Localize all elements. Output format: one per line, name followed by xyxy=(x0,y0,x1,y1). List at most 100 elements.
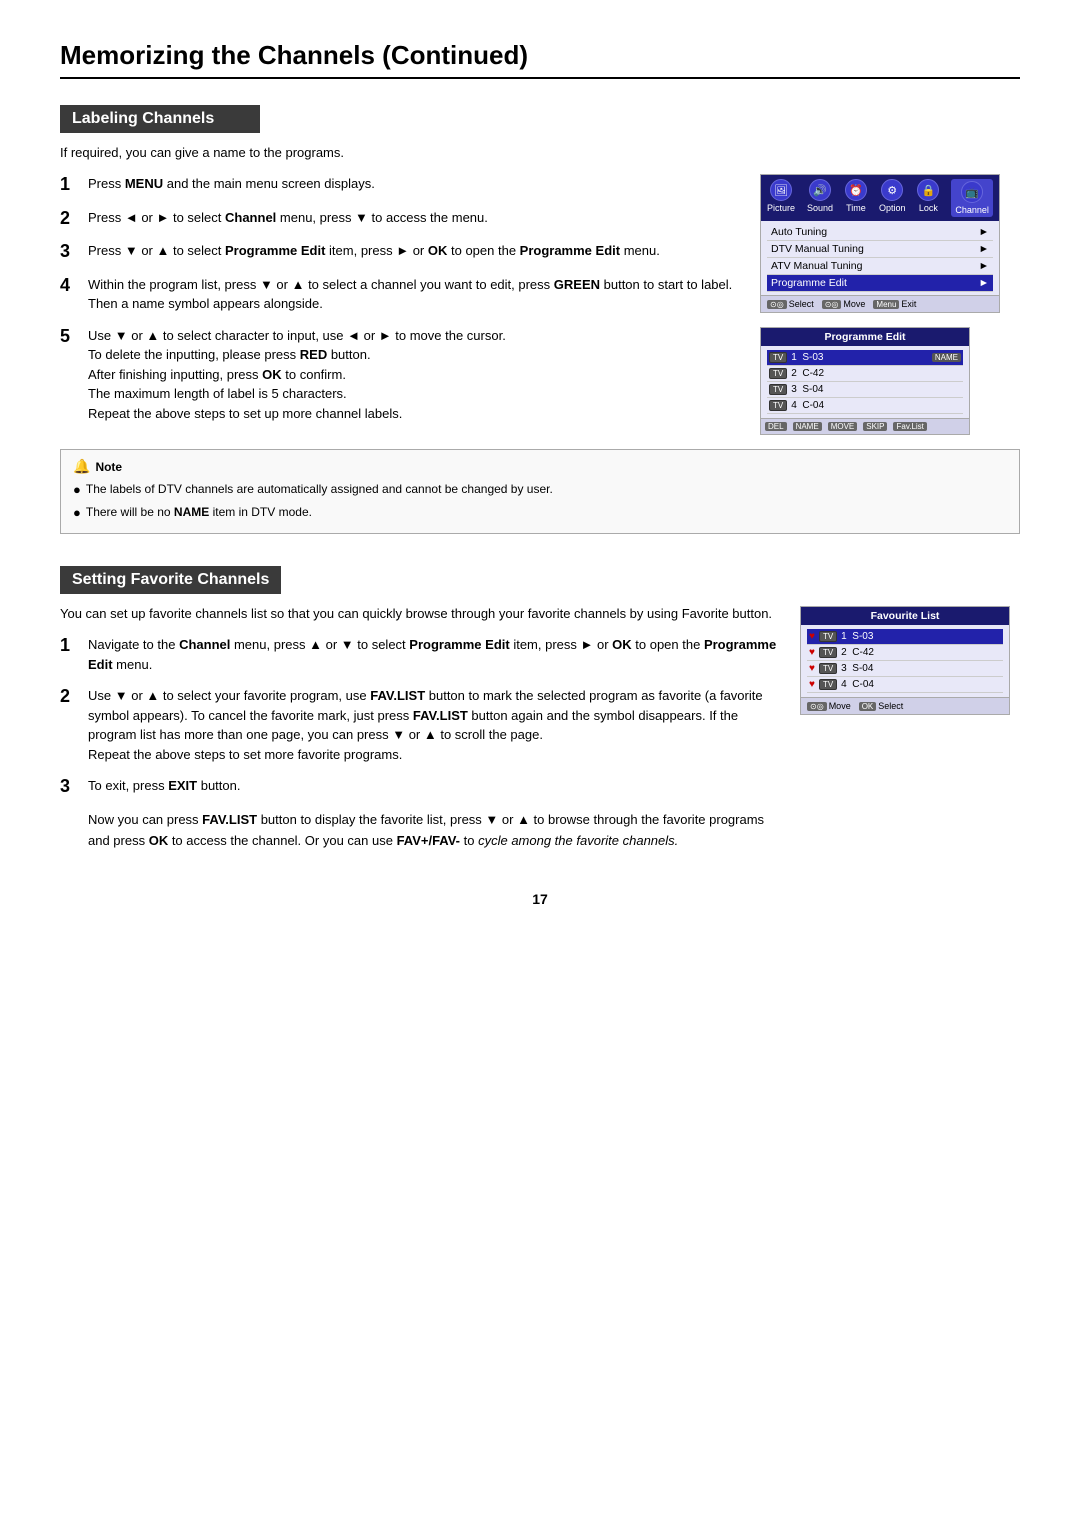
heart-icon-4: ♥ xyxy=(809,679,815,690)
fav-tv-badge-3: TV xyxy=(819,663,837,674)
footer-exit: Menu Exit xyxy=(873,299,916,309)
fav-footer-select: OK Select xyxy=(859,701,904,711)
s2-step-2: 2 Use ▼ or ▲ to select your favorite pro… xyxy=(60,686,780,764)
section-labeling-channels: Labeling Channels If required, you can g… xyxy=(60,87,1020,534)
menu-ui: 🖼 Picture 🔊 Sound ⏰ Time ⚙ Option xyxy=(760,174,1000,313)
section-favorite-channels: Setting Favorite Channels You can set up… xyxy=(60,548,1020,851)
s2-additional-text: Now you can press FAV.LIST button to dis… xyxy=(88,810,780,852)
s2-step-1: 1 Navigate to the Channel menu, press ▲ … xyxy=(60,635,780,674)
lock-icon: 🔒 xyxy=(917,179,939,201)
menu-icon-channel: 📺 Channel xyxy=(951,179,993,217)
fav-row-4: ♥ TV 4 C-04 xyxy=(807,677,1003,693)
sound-icon: 🔊 xyxy=(809,179,831,201)
footer-move: ⊙◎ Move xyxy=(822,299,866,309)
fav-row-2: ♥ TV 2 C-42 xyxy=(807,645,1003,661)
s2-step-3: 3 To exit, press EXIT button. xyxy=(60,776,780,798)
note-icon: 🔔 xyxy=(73,458,90,475)
menu-row-atv: ATV Manual Tuning► xyxy=(767,258,993,275)
s2-step-3-num: 3 xyxy=(60,776,78,798)
s2-step-2-num: 2 xyxy=(60,686,78,708)
s2-step-1-text: Navigate to the Channel menu, press ▲ or… xyxy=(88,635,780,674)
menu-icons-row: 🖼 Picture 🔊 Sound ⏰ Time ⚙ Option xyxy=(761,175,999,221)
time-icon: ⏰ xyxy=(845,179,867,201)
picture-icon: 🖼 xyxy=(770,179,792,201)
footer-select: ⊙◎ Select xyxy=(767,299,814,309)
page-title: Memorizing the Channels (Continued) xyxy=(60,40,1020,79)
title-suffix: (Continued) xyxy=(382,40,528,70)
section1-header: Labeling Channels xyxy=(60,105,260,133)
name-badge: NAME xyxy=(932,353,961,362)
step-4-num: 4 xyxy=(60,275,78,297)
tv-badge-1: TV xyxy=(769,352,787,363)
step-4: 4 Within the program list, press ▼ or ▲ … xyxy=(60,275,740,314)
menu-footer: ⊙◎ Select ⊙◎ Move Menu Exit xyxy=(761,295,999,312)
step-2: 2 Press ◄ or ► to select Channel menu, p… xyxy=(60,208,740,230)
note-header: 🔔 Note xyxy=(73,458,1007,475)
s2-step-1-num: 1 xyxy=(60,635,78,657)
prog-edit-footer: DEL NAME MOVE SKIP Fav.List xyxy=(761,418,969,434)
step-3-num: 3 xyxy=(60,241,78,263)
page-number: 17 xyxy=(60,891,1020,907)
step-2-num: 2 xyxy=(60,208,78,230)
footer-move2: MOVE xyxy=(828,422,858,431)
fav-footer-move: ⊙◎ Move xyxy=(807,701,851,711)
heart-icon-3: ♥ xyxy=(809,663,815,674)
step-4-text: Within the program list, press ▼ or ▲ to… xyxy=(88,275,740,314)
menu-row-progedit: Programme Edit► xyxy=(767,275,993,292)
menu-icon-time: ⏰ Time xyxy=(845,179,867,217)
fav-list-rows: ♥ TV 1 S-03 ♥ TV 2 C-42 ♥ TV 3 S-04 xyxy=(801,625,1009,697)
step-5-text: Use ▼ or ▲ to select character to input,… xyxy=(88,326,506,424)
tv-badge-4: TV xyxy=(769,400,787,411)
section1-steps: 1 Press MENU and the main menu screen di… xyxy=(60,174,740,435)
s2-step-2-text: Use ▼ or ▲ to select your favorite progr… xyxy=(88,686,780,764)
step-3-text: Press ▼ or ▲ to select Programme Edit it… xyxy=(88,241,660,261)
s2-step-3-text: To exit, press EXIT button. xyxy=(88,776,240,796)
menu-icon-option: ⚙ Option xyxy=(879,179,906,217)
fav-row-1: ♥ TV 1 S-03 xyxy=(807,629,1003,645)
section2-header: Setting Favorite Channels xyxy=(60,566,281,594)
note-item-2: ● There will be no NAME item in DTV mode… xyxy=(73,503,1007,523)
prog-edit-rows: TV 1 S-03 NAME TV 2 C-42 TV 3 S-04 TV xyxy=(761,346,969,418)
menu-row-autotuning: Auto Tuning► xyxy=(767,224,993,241)
channel-icon: 📺 xyxy=(961,181,983,203)
note-box: 🔔 Note ● The labels of DTV channels are … xyxy=(60,449,1020,534)
title-text: Memorizing the Channels xyxy=(60,40,375,70)
step-1-num: 1 xyxy=(60,174,78,196)
fav-tv-badge-2: TV xyxy=(819,647,837,658)
fav-row-3: ♥ TV 3 S-04 xyxy=(807,661,1003,677)
section1-ui: 🖼 Picture 🔊 Sound ⏰ Time ⚙ Option xyxy=(760,174,1020,435)
option-icon: ⚙ xyxy=(881,179,903,201)
heart-icon-1: ♥ xyxy=(809,631,815,642)
note-item-1: ● The labels of DTV channels are automat… xyxy=(73,480,1007,500)
section2-intro: You can set up favorite channels list so… xyxy=(60,606,780,621)
heart-icon-2: ♥ xyxy=(809,647,815,658)
prog-row-1: TV 1 S-03 NAME xyxy=(767,350,963,366)
step-5-num: 5 xyxy=(60,326,78,348)
footer-skip: SKIP xyxy=(863,422,887,431)
menu-icon-sound: 🔊 Sound xyxy=(807,179,833,217)
menu-icon-lock: 🔒 Lock xyxy=(917,179,939,217)
step-3: 3 Press ▼ or ▲ to select Programme Edit … xyxy=(60,241,740,263)
fav-tv-badge-1: TV xyxy=(819,631,837,642)
fav-list-ui: Favourite List ♥ TV 1 S-03 ♥ TV 2 C-42 ♥ xyxy=(800,606,1010,715)
prog-edit-title: Programme Edit xyxy=(761,328,969,346)
step-1-text: Press MENU and the main menu screen disp… xyxy=(88,174,375,194)
menu-row-dtv: DTV Manual Tuning► xyxy=(767,241,993,258)
step-2-text: Press ◄ or ► to select Channel menu, pre… xyxy=(88,208,488,228)
prog-row-4: TV 4 C-04 xyxy=(767,398,963,414)
fav-list-title: Favourite List xyxy=(801,607,1009,625)
footer-favlist: Fav.List xyxy=(893,422,926,431)
section2-left: You can set up favorite channels list so… xyxy=(60,606,780,851)
step-1: 1 Press MENU and the main menu screen di… xyxy=(60,174,740,196)
tv-badge-3: TV xyxy=(769,384,787,395)
footer-name: NAME xyxy=(793,422,822,431)
footer-del: DEL xyxy=(765,422,787,431)
prog-row-2: TV 2 C-42 xyxy=(767,366,963,382)
section1-intro: If required, you can give a name to the … xyxy=(60,145,1020,160)
fav-tv-badge-4: TV xyxy=(819,679,837,690)
tv-badge-2: TV xyxy=(769,368,787,379)
menu-icon-picture: 🖼 Picture xyxy=(767,179,795,217)
fav-list-footer: ⊙◎ Move OK Select xyxy=(801,697,1009,714)
prog-row-3: TV 3 S-04 xyxy=(767,382,963,398)
step-5: 5 Use ▼ or ▲ to select character to inpu… xyxy=(60,326,740,424)
